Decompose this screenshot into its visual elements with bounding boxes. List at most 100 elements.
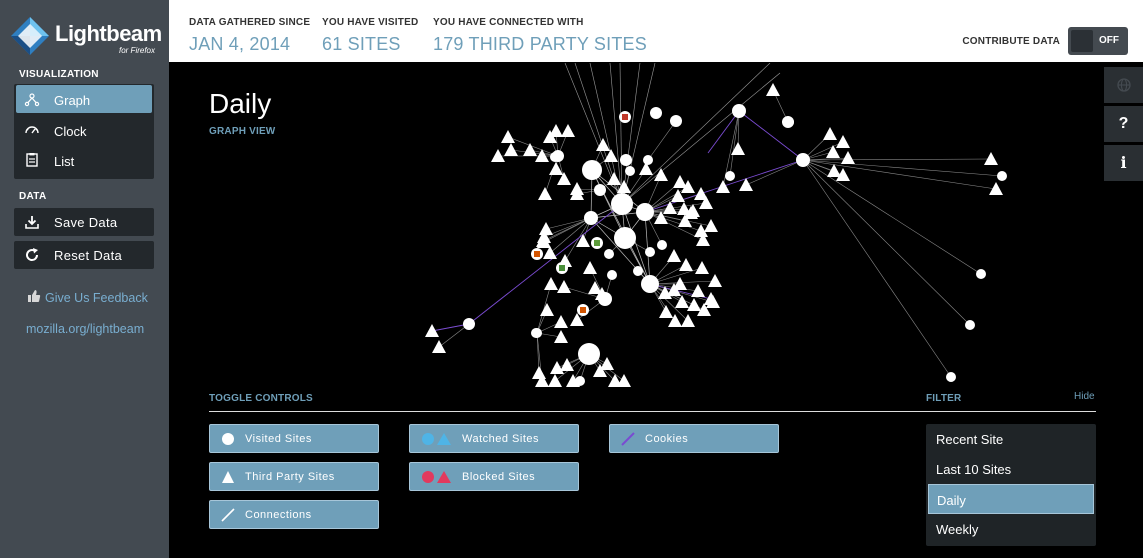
visited-site-node[interactable]	[636, 203, 654, 221]
visited-site-node[interactable]	[531, 328, 541, 338]
favicon-node[interactable]	[577, 304, 589, 316]
filter-option-last-10-sites[interactable]: Last 10 Sites	[926, 454, 1096, 484]
visited-site-node[interactable]	[607, 270, 617, 280]
third-party-node[interactable]	[731, 142, 745, 155]
third-party-node[interactable]	[540, 303, 554, 316]
third-party-node[interactable]	[549, 162, 563, 175]
third-party-node[interactable]	[504, 143, 518, 156]
third-party-node[interactable]	[557, 280, 571, 293]
connection-graph[interactable]	[170, 63, 1104, 389]
globe-button[interactable]	[1104, 67, 1143, 103]
viz-item-list[interactable]: List	[16, 146, 152, 174]
visited-site-node[interactable]	[946, 372, 956, 382]
third-party-node[interactable]	[984, 152, 998, 165]
third-party-node[interactable]	[708, 274, 722, 287]
third-party-node[interactable]	[535, 149, 549, 162]
visited-site-node[interactable]	[997, 171, 1007, 181]
third-party-node[interactable]	[523, 143, 537, 156]
visited-site-node[interactable]	[965, 320, 975, 330]
third-party-node[interactable]	[544, 277, 558, 290]
toggle-watched-sites[interactable]: Watched Sites	[409, 424, 579, 453]
visited-site-node[interactable]	[657, 240, 667, 250]
visited-site-node[interactable]	[671, 116, 681, 126]
visited-site-node[interactable]	[464, 319, 474, 329]
third-party-node[interactable]	[667, 249, 681, 262]
favicon-node[interactable]	[619, 111, 631, 123]
third-party-node[interactable]	[679, 258, 693, 271]
third-party-node[interactable]	[538, 187, 552, 200]
contribute-data-toggle[interactable]: OFF	[1068, 27, 1128, 55]
third-party-node[interactable]	[576, 234, 590, 247]
third-party-node[interactable]	[554, 315, 568, 328]
third-party-node[interactable]	[687, 298, 701, 311]
third-party-node[interactable]	[548, 374, 562, 387]
favicon-node[interactable]	[591, 237, 603, 249]
third-party-node[interactable]	[841, 151, 855, 164]
filter-option-daily[interactable]: Daily	[928, 484, 1094, 514]
third-party-node[interactable]	[823, 127, 837, 140]
visited-site-node[interactable]	[604, 249, 614, 259]
toggle-connections[interactable]: Connections	[209, 500, 379, 529]
toggle-blocked-sites[interactable]: Blocked Sites	[409, 462, 579, 491]
third-party-node[interactable]	[617, 374, 631, 387]
favicon-node[interactable]	[531, 248, 543, 260]
visited-site-node[interactable]	[582, 160, 602, 180]
visited-site-node[interactable]	[584, 211, 598, 225]
visited-site-node[interactable]	[550, 152, 560, 162]
third-party-node[interactable]	[716, 180, 730, 193]
visited-site-node[interactable]	[645, 247, 655, 257]
filter-option-weekly[interactable]: Weekly	[926, 514, 1096, 544]
third-party-node[interactable]	[704, 219, 718, 232]
visited-site-node[interactable]	[611, 193, 633, 215]
filter-option-recent-site[interactable]: Recent Site	[926, 424, 1096, 454]
hide-controls-link[interactable]: Hide	[1074, 391, 1095, 402]
visited-site-node[interactable]	[625, 166, 635, 176]
toggle-third-party-sites[interactable]: Third Party Sites	[209, 462, 379, 491]
third-party-node[interactable]	[501, 130, 515, 143]
third-party-node[interactable]	[570, 182, 584, 195]
visited-site-node[interactable]	[614, 227, 636, 249]
toggle-visited-sites[interactable]: Visited Sites	[209, 424, 379, 453]
third-party-node[interactable]	[659, 305, 673, 318]
viz-item-clock[interactable]: Clock	[16, 116, 152, 144]
third-party-node[interactable]	[491, 149, 505, 162]
third-party-node[interactable]	[561, 124, 575, 137]
third-party-node[interactable]	[432, 340, 446, 353]
favicon-node[interactable]	[556, 262, 568, 274]
visited-site-node[interactable]	[643, 155, 653, 165]
stat-gathered: DATA GATHERED SINCE JAN 4, 2014	[189, 17, 310, 55]
visited-site-node[interactable]	[798, 155, 808, 165]
toggle-cookies[interactable]: Cookies	[609, 424, 779, 453]
visited-site-node[interactable]	[641, 275, 659, 293]
visited-site-node[interactable]	[976, 269, 986, 279]
third-party-node[interactable]	[766, 83, 780, 96]
reset-data-button[interactable]: Reset Data	[14, 241, 154, 269]
third-party-node[interactable]	[836, 135, 850, 148]
visited-site-node[interactable]	[578, 343, 600, 365]
viz-item-graph[interactable]: Graph	[16, 85, 152, 113]
third-party-node[interactable]	[539, 222, 553, 235]
favicon-node[interactable]	[620, 154, 632, 166]
feedback-link[interactable]: Give Us Feedback	[27, 290, 148, 305]
help-button[interactable]: ?	[1104, 106, 1143, 142]
third-party-node[interactable]	[560, 358, 574, 371]
third-party-node[interactable]	[677, 202, 691, 215]
save-data-button[interactable]: Save Data	[14, 208, 154, 236]
third-party-node[interactable]	[827, 164, 841, 177]
third-party-node[interactable]	[695, 261, 709, 274]
mozilla-lightbeam-link[interactable]: mozilla.org/lightbeam	[26, 322, 144, 336]
visited-site-node[interactable]	[633, 266, 643, 276]
toggle-label: Cookies	[645, 433, 689, 445]
visited-site-node[interactable]	[725, 171, 735, 181]
third-party-node[interactable]	[583, 261, 597, 274]
third-party-node[interactable]	[532, 366, 546, 379]
info-button[interactable]: i	[1104, 145, 1143, 181]
visited-site-node[interactable]	[734, 106, 744, 116]
favicon-node[interactable]	[650, 107, 662, 119]
third-party-node[interactable]	[607, 172, 621, 185]
third-party-node[interactable]	[654, 168, 668, 181]
third-party-node[interactable]	[554, 330, 568, 343]
visited-site-node[interactable]	[594, 184, 606, 196]
visited-site-node[interactable]	[784, 117, 794, 127]
third-party-node[interactable]	[600, 357, 614, 370]
